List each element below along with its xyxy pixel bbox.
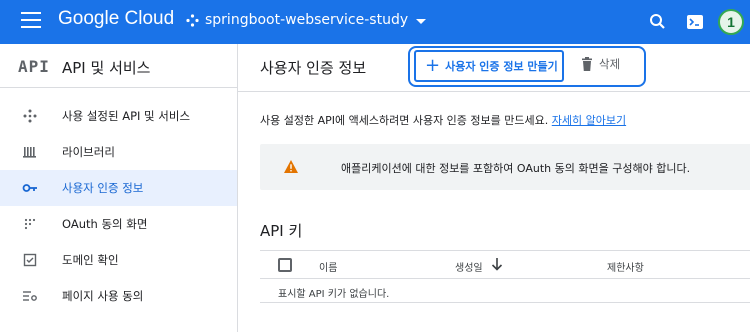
sidebar-title: API 및 서비스 <box>62 59 151 77</box>
oauth-dots-icon <box>24 218 36 230</box>
sidebar-item-domain-verification[interactable]: 도메인 확인 <box>0 242 237 278</box>
main-header: 사용자 인증 정보 + 사용자 인증 정보 만들기 삭제 <box>238 44 750 92</box>
warning-icon <box>284 160 298 173</box>
search-icon[interactable] <box>648 12 668 32</box>
sidebar-item-oauth-consent[interactable]: OAuth 동의 화면 <box>0 206 237 242</box>
create-credentials-label: 사용자 인증 정보 만들기 <box>445 60 558 73</box>
sidebar-item-page-usage-agreement[interactable]: 페이지 사용 동의 <box>0 278 237 314</box>
arrow-down-icon[interactable] <box>491 257 503 271</box>
chevron-down-icon <box>416 18 427 24</box>
hamburger-menu-icon[interactable] <box>21 12 41 32</box>
google-cloud-logo[interactable]: Google Cloud <box>58 8 174 30</box>
column-header-restrictions[interactable]: 제한사항 <box>607 259 644 274</box>
intro-sentence: 사용 설정한 API에 액세스하려면 사용자 인증 정보를 만드세요. <box>260 114 549 127</box>
checkbox-icon <box>23 253 37 267</box>
page-title: 사용자 인증 정보 <box>260 59 367 77</box>
avatar[interactable]: 1 <box>718 9 744 35</box>
top-app-bar: Google Cloud springboot-webservice-study… <box>0 0 750 44</box>
plus-icon: + <box>425 55 441 76</box>
main-content: 사용자 인증 정보 + 사용자 인증 정보 만들기 삭제 사용 설정한 API에… <box>238 44 750 332</box>
sidebar-item-label: 도메인 확인 <box>62 253 119 267</box>
trash-icon <box>582 57 592 71</box>
sidebar-item-label: 사용 설정된 API 및 서비스 <box>62 109 191 123</box>
project-dots-icon <box>186 13 199 27</box>
diamond-arrows-icon <box>23 109 37 123</box>
learn-more-link[interactable]: 자세히 알아보기 <box>552 114 626 127</box>
table-empty-row: 표시할 API 키가 없습니다. <box>260 279 750 303</box>
library-icon <box>23 147 36 158</box>
sidebar-item-library[interactable]: 라이브러리 <box>0 134 237 170</box>
settings-list-icon <box>23 291 37 301</box>
sidebar-item-label: 라이브러리 <box>62 145 115 159</box>
api-keys-table-header: 이름 생성일 제한사항 <box>260 250 750 279</box>
banner-message: 애플리케이션에 대한 정보를 포함하여 OAuth 동의 화면을 구성해야 합니… <box>341 162 691 175</box>
sidebar-item-label: OAuth 동의 화면 <box>62 217 148 231</box>
delete-button[interactable]: 삭제 <box>581 56 620 72</box>
project-selector[interactable]: springboot-webservice-study <box>186 12 427 28</box>
create-credentials-button[interactable]: + 사용자 인증 정보 만들기 <box>414 50 564 82</box>
intro-text: 사용 설정한 API에 액세스하려면 사용자 인증 정보를 만드세요. 자세히 … <box>260 112 626 128</box>
api-keys-title: API 키 <box>260 222 303 240</box>
oauth-warning-banner: 애플리케이션에 대한 정보를 포함하여 OAuth 동의 화면을 구성해야 합니… <box>260 144 750 190</box>
column-header-created[interactable]: 생성일 <box>455 259 483 274</box>
key-icon <box>22 184 37 192</box>
cloud-shell-icon[interactable] <box>685 12 705 32</box>
sidebar-item-credentials[interactable]: 사용자 인증 정보 <box>0 170 237 206</box>
api-logo: API <box>18 57 50 76</box>
sidebar-item-label: 페이지 사용 동의 <box>62 289 144 303</box>
sidebar-header: API API 및 서비스 <box>0 44 237 88</box>
empty-message: 표시할 API 키가 없습니다. <box>278 289 390 300</box>
project-name: springboot-webservice-study <box>205 12 409 28</box>
sidebar-item-enabled-apis[interactable]: 사용 설정된 API 및 서비스 <box>0 98 237 134</box>
delete-label: 삭제 <box>599 57 621 71</box>
sidebar: API API 및 서비스 사용 설정된 API 및 서비스 라이브러리 사용자… <box>0 44 238 332</box>
sidebar-item-label: 사용자 인증 정보 <box>62 181 144 195</box>
select-all-checkbox[interactable] <box>278 258 292 272</box>
column-header-name[interactable]: 이름 <box>319 259 337 274</box>
